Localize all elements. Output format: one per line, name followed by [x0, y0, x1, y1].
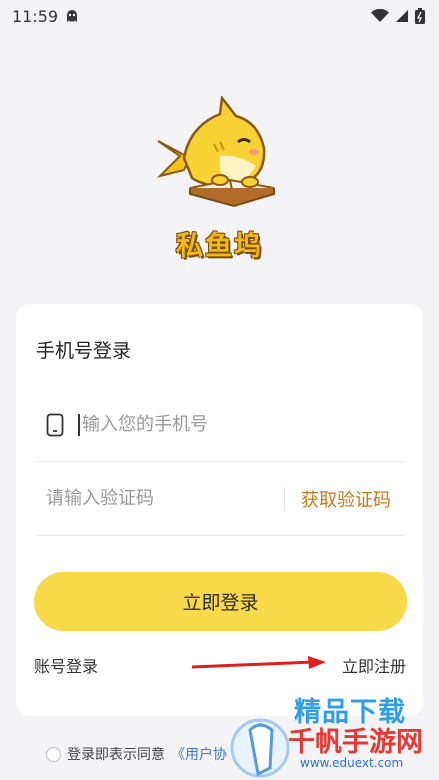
ghost-notification-icon: [64, 8, 80, 24]
battery-icon: [415, 8, 425, 24]
red-arrow-annotation: [191, 656, 326, 669]
status-bar: 11:59: [0, 0, 439, 32]
divider: [284, 486, 285, 511]
status-time: 11:59: [12, 6, 59, 26]
agreement-text: 登录即表示同意: [67, 747, 165, 763]
login-button[interactable]: 立即登录: [34, 572, 407, 631]
phone-field-row: [36, 388, 405, 462]
account-login-link[interactable]: 账号登录: [34, 653, 98, 677]
code-field-row: 获取验证码: [36, 462, 405, 536]
wifi-icon: [371, 9, 389, 23]
register-link[interactable]: 立即注册: [342, 653, 406, 677]
status-left: 11:59: [12, 7, 80, 26]
text-cursor: [78, 413, 80, 436]
phone-icon: [46, 412, 70, 438]
agreement-row: 登录即表示同意 《用户协: [46, 744, 227, 764]
shark-mascot-logo: [150, 94, 290, 208]
login-title: 手机号登录: [36, 340, 132, 362]
signal-icon: [395, 9, 409, 23]
status-right: [371, 8, 425, 24]
app-name: 私鱼坞: [176, 231, 263, 262]
phone-input[interactable]: [82, 404, 405, 445]
verification-code-input[interactable]: [46, 478, 284, 519]
watermark-url: www.eduext.com: [300, 756, 404, 770]
agree-checkbox[interactable]: [46, 746, 61, 762]
get-code-button[interactable]: 获取验证码: [301, 486, 391, 512]
watermark-line2: 千帆手游网: [288, 727, 423, 758]
user-agreement-link[interactable]: 《用户协: [171, 744, 227, 764]
